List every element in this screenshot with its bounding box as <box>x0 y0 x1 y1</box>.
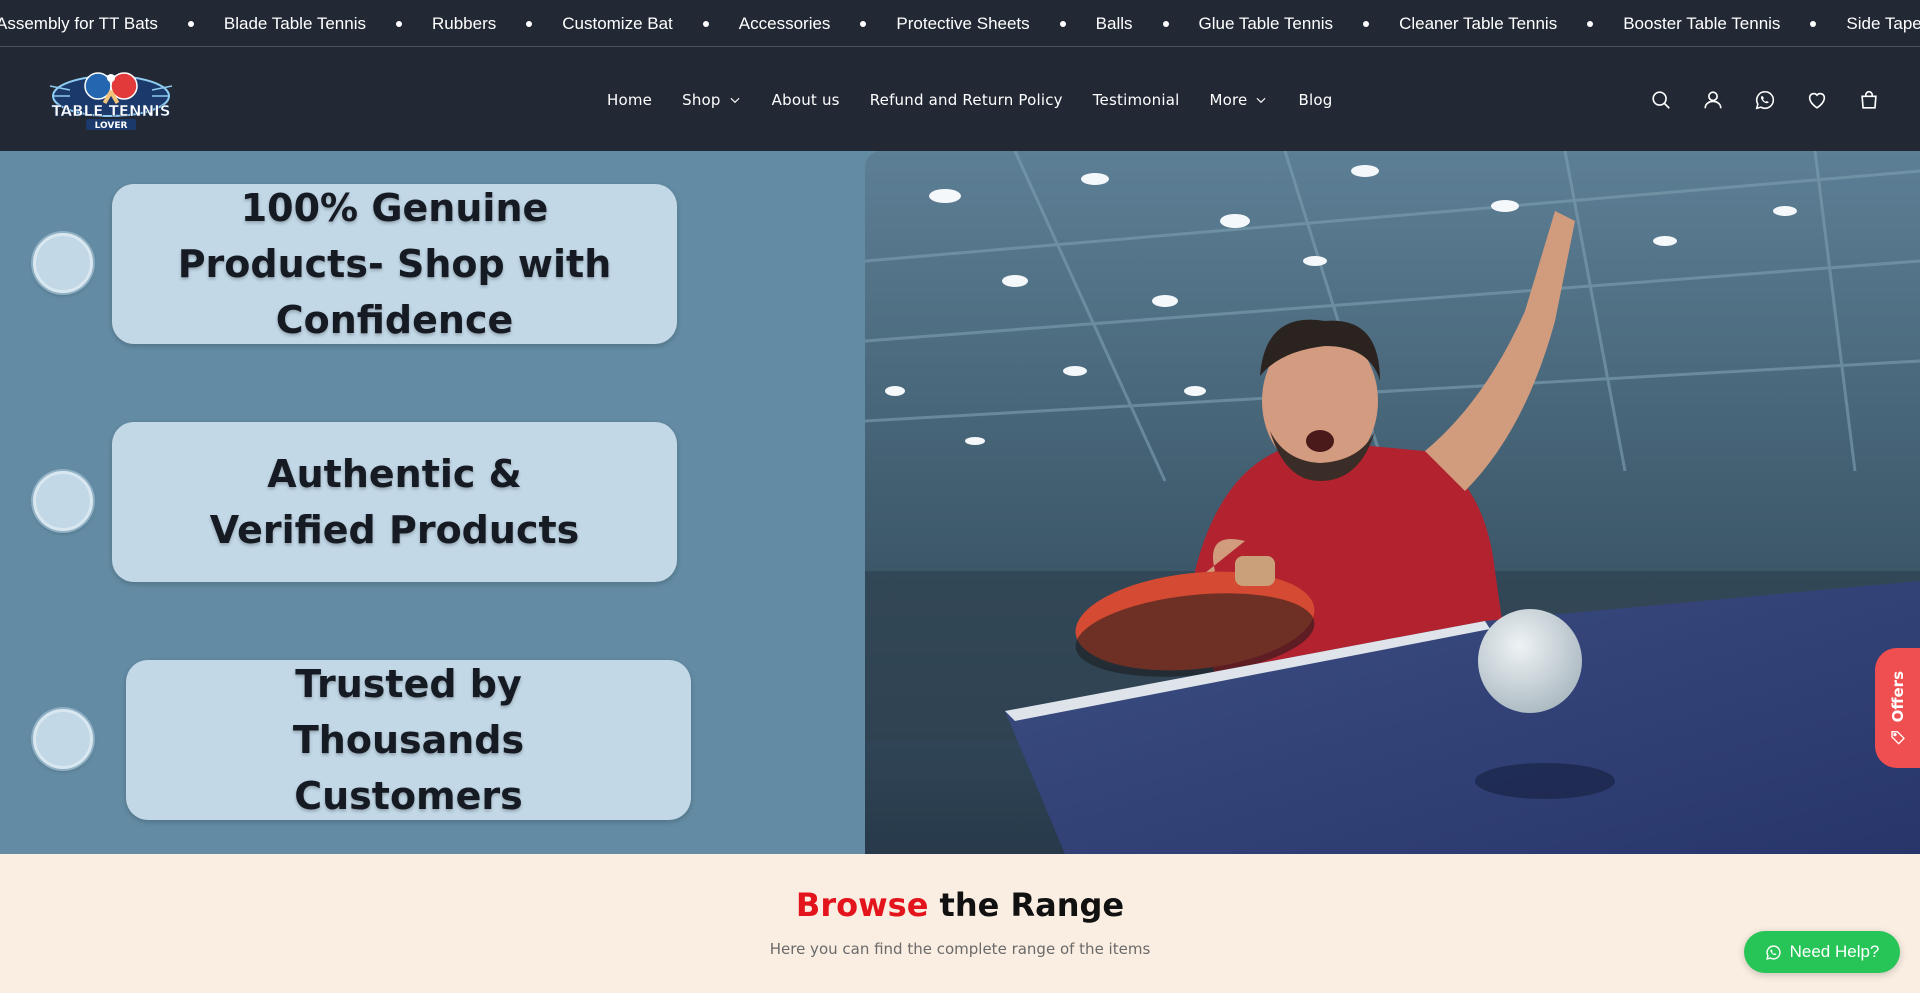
search-icon[interactable] <box>1650 89 1672 111</box>
browse-title: Browse the Range <box>0 886 1920 924</box>
nav-item-refund-and-return-policy[interactable]: Refund and Return Policy <box>870 91 1063 109</box>
marquee-item[interactable]: Booster Table Tennis <box>1623 14 1780 34</box>
marquee-separator <box>187 20 194 27</box>
nav-item-label: Refund and Return Policy <box>869 90 1063 109</box>
tag-icon <box>1890 730 1905 745</box>
marquee-separator <box>1587 20 1594 27</box>
feature-bullet <box>33 471 93 531</box>
hero-photo <box>865 151 1920 854</box>
feature-bullet <box>33 709 93 769</box>
nav-item-label: About us <box>771 90 840 109</box>
site-header: TABLE TENNIS LOVER Home Shop About us Refun… <box>0 48 1920 151</box>
offers-label: Offers <box>1888 671 1907 723</box>
marquee-item[interactable]: Rubbers <box>432 14 496 34</box>
heart-icon[interactable] <box>1806 89 1828 111</box>
logo-graphic: TABLE TENNIS LOVER <box>49 72 173 131</box>
marquee-item[interactable]: Glue Table Tennis <box>1199 14 1334 34</box>
feature-bullet <box>33 233 93 293</box>
svg-text:TABLE TENNIS: TABLE TENNIS <box>51 102 170 120</box>
nav-item-label: Testimonial <box>1092 90 1180 109</box>
user-icon[interactable] <box>1702 89 1724 111</box>
nav-item-about-us[interactable]: About us <box>772 91 840 109</box>
browse-title-accent: Browse <box>795 886 929 924</box>
main-nav: Home Shop About us Refund and Return Policy… <box>607 48 1362 151</box>
browse-subtitle: Here you can find the complete range of … <box>769 940 1151 958</box>
whatsapp-icon[interactable] <box>1754 89 1776 111</box>
marquee-track: Assembly for TT Bats Blade Table Tennis Ru… <box>0 0 1920 46</box>
nav-item-label: More <box>1209 90 1248 109</box>
feature-card: Trusted by Thousands Customers <box>126 660 691 820</box>
marquee-separator <box>526 20 533 27</box>
nav-item-blog[interactable]: Blog <box>1298 91 1332 109</box>
browse-title-rest: the Range <box>939 886 1125 924</box>
marquee-separator <box>1059 20 1066 27</box>
chevron-down-icon <box>1256 97 1266 103</box>
feature-text: Trusted by Thousands Customers <box>292 662 525 818</box>
hero-banner[interactable]: 100% Genuine Products- Shop with Confide… <box>0 151 1920 854</box>
need-help-label: Need Help? <box>1789 942 1880 961</box>
nav-item-testimonial[interactable]: Testimonial <box>1093 91 1180 109</box>
nav-item-home[interactable]: Home <box>607 91 652 109</box>
marquee-separator <box>702 20 709 27</box>
site-logo[interactable]: TABLE TENNIS LOVER <box>40 66 182 132</box>
browse-section: Browse the Range Here you can find the c… <box>0 854 1920 993</box>
header-icons <box>1620 48 1880 151</box>
marquee-separator <box>860 20 867 27</box>
marquee-item[interactable]: Side Tape <box>1846 14 1920 34</box>
marquee-item[interactable]: Customize Bat <box>562 14 673 34</box>
chevron-down-icon <box>730 97 740 103</box>
marquee-item[interactable]: Protective Sheets <box>896 14 1029 34</box>
category-marquee: Assembly for TT Bats Blade Table Tennis Ru… <box>0 0 1920 47</box>
marquee-item[interactable]: Cleaner Table Tennis <box>1399 14 1557 34</box>
marquee-separator <box>1810 20 1817 27</box>
nav-item-more[interactable]: More <box>1209 91 1268 109</box>
table-tennis-player-image <box>865 151 1920 854</box>
marquee-separator <box>1363 20 1370 27</box>
marquee-item[interactable]: Balls <box>1096 14 1133 34</box>
marquee-item[interactable]: Assembly for TT Bats <box>0 14 158 34</box>
nav-item-label: Home <box>607 90 653 109</box>
nav-item-label: Blog <box>1298 90 1333 109</box>
feature-text: 100% Genuine Products- Shop with Confide… <box>177 186 612 342</box>
whatsapp-icon <box>1765 944 1781 960</box>
nav-item-shop[interactable]: Shop <box>682 91 742 109</box>
feature-card: 100% Genuine Products- Shop with Confide… <box>112 184 677 344</box>
marquee-separator <box>395 20 402 27</box>
feature-text: Authentic & Verified Products <box>209 452 580 552</box>
feature-card: Authentic & Verified Products <box>112 422 677 582</box>
offers-tab[interactable]: Offers <box>1875 648 1920 768</box>
cart-icon[interactable] <box>1858 89 1880 111</box>
marquee-item[interactable]: Blade Table Tennis <box>224 14 366 34</box>
nav-item-label: Shop <box>682 90 721 109</box>
marquee-item[interactable]: Accessories <box>739 14 831 34</box>
svg-text:LOVER: LOVER <box>95 121 128 131</box>
marquee-separator <box>1162 20 1169 27</box>
need-help-button[interactable]: Need Help? <box>1744 931 1900 973</box>
